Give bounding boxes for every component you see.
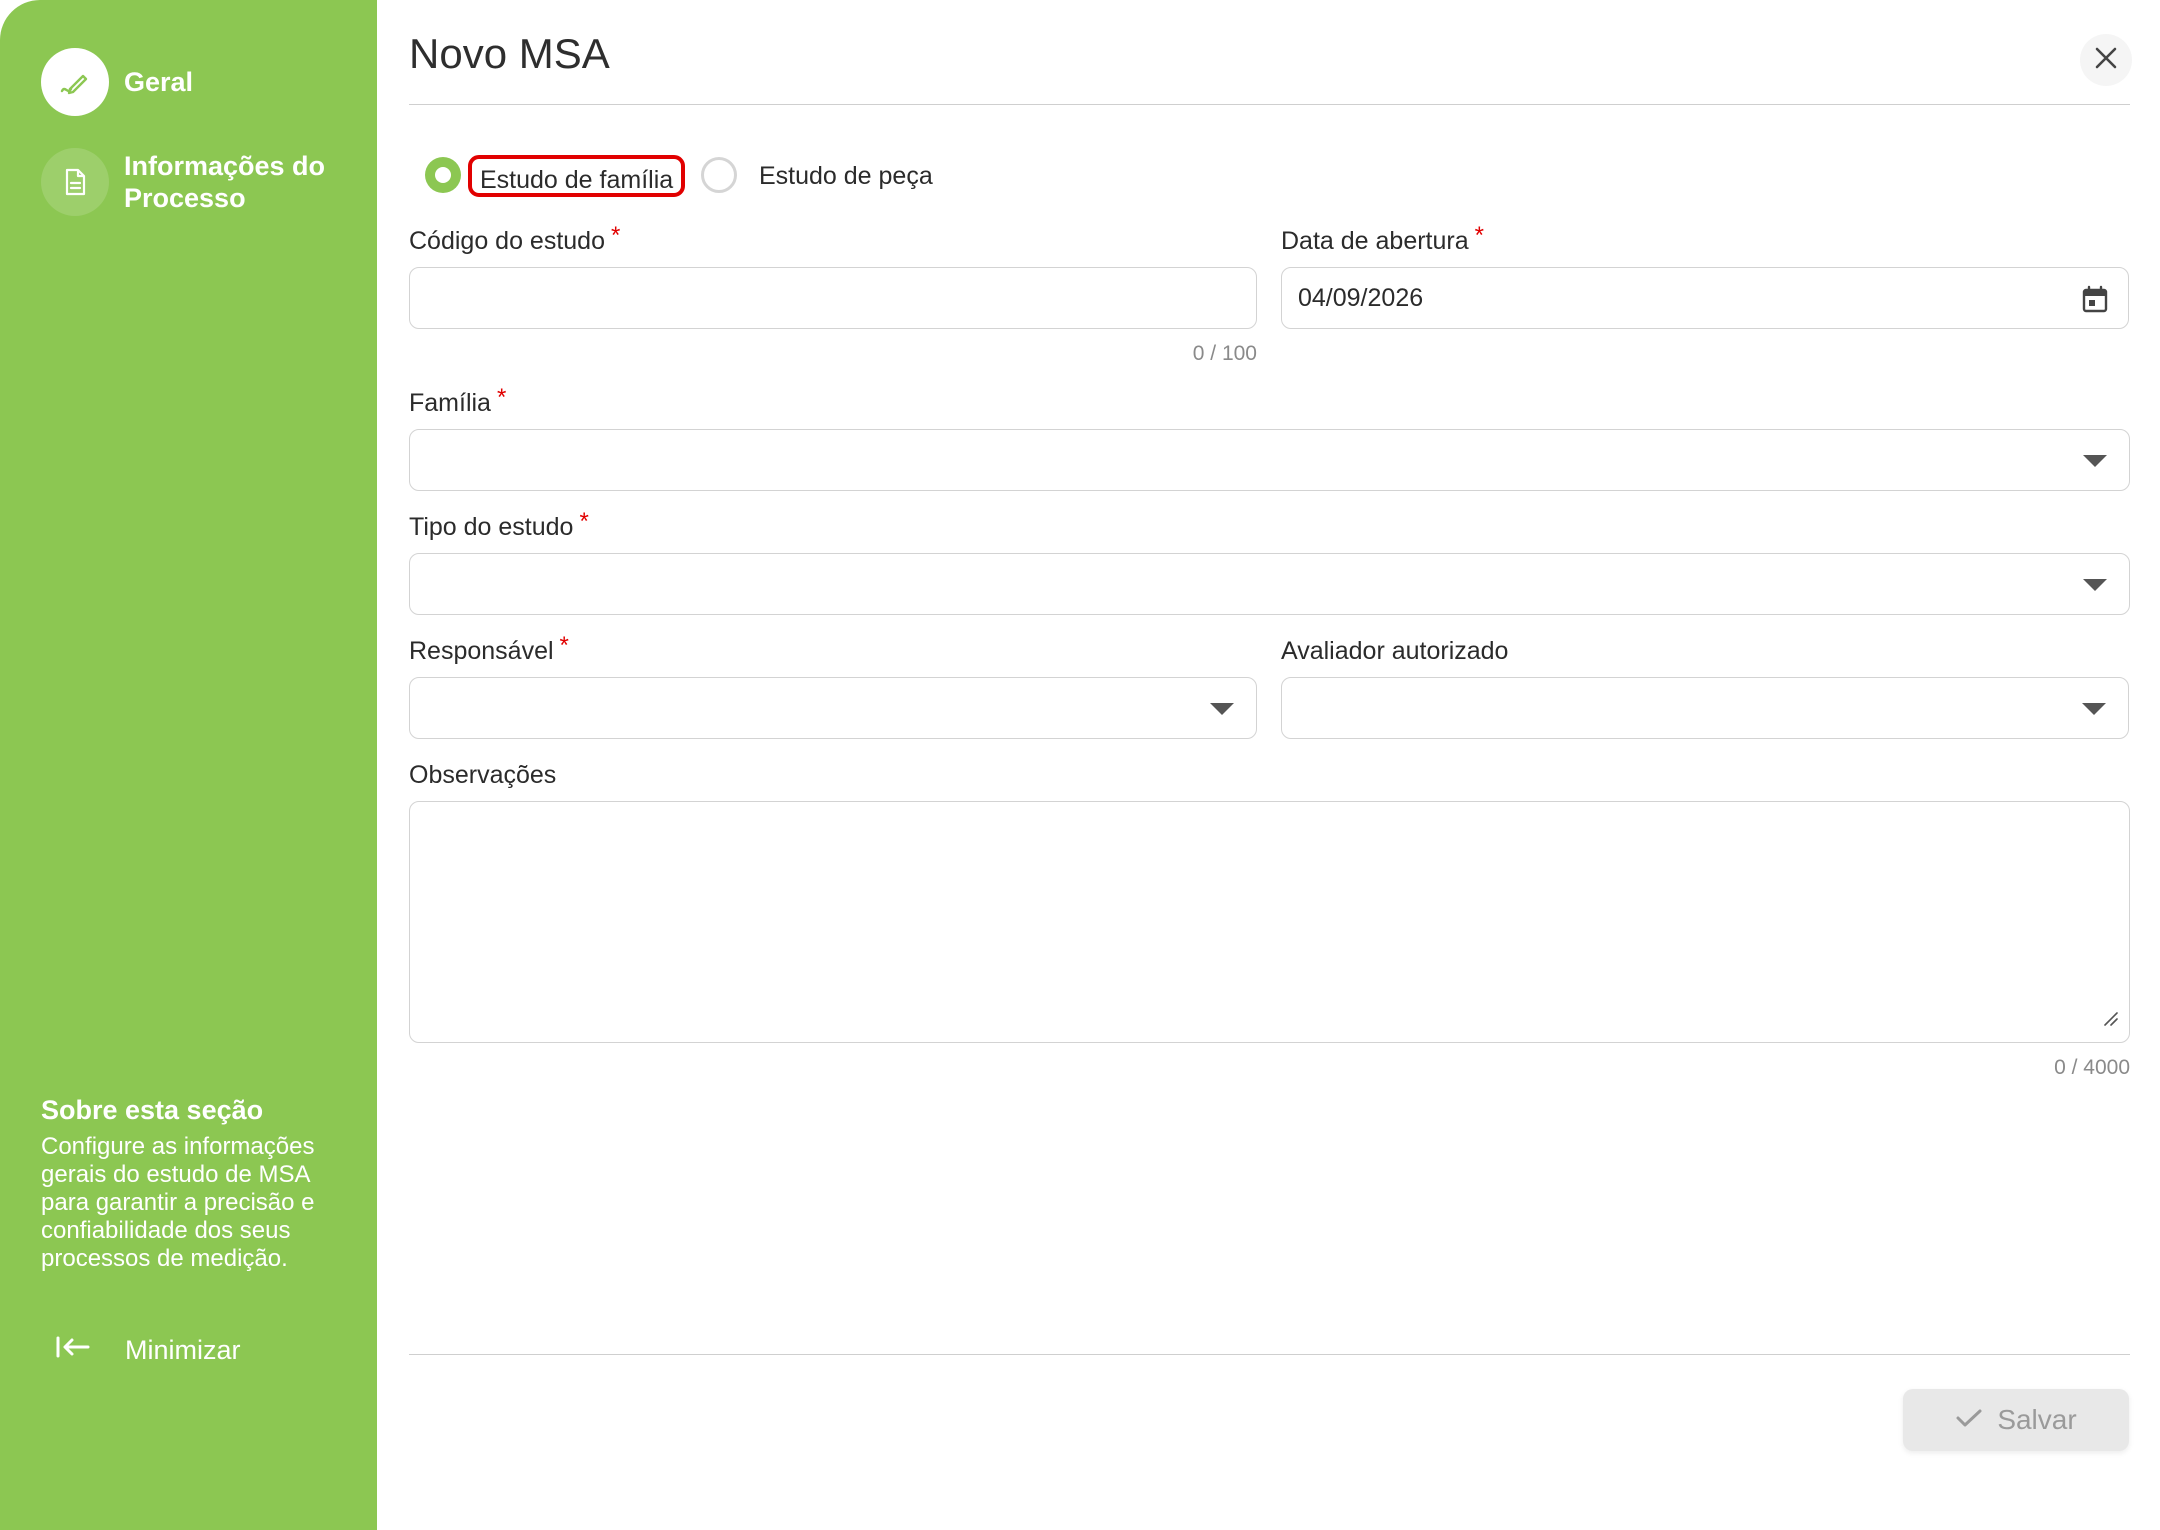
chevron-down-icon xyxy=(2082,703,2106,715)
page-title: Novo MSA xyxy=(409,30,610,77)
required-marker: * xyxy=(1474,222,1484,249)
chevron-down-icon xyxy=(1210,703,1234,715)
data-abertura-label-text: Data de abertura xyxy=(1281,227,1469,255)
collapse-left-icon xyxy=(55,1335,91,1366)
required-marker: * xyxy=(610,222,621,249)
required-marker: * xyxy=(559,632,569,659)
chevron-down-icon xyxy=(2083,579,2107,591)
radio-label-estudo-peca[interactable]: Estudo de peça xyxy=(759,155,933,197)
radio-estudo-peca[interactable] xyxy=(701,157,737,193)
data-abertura-input[interactable]: 04/09/2026 xyxy=(1281,267,2129,329)
minimize-button[interactable]: Minimizar xyxy=(55,1335,241,1366)
about-section-text: Configure as informações gerais do estud… xyxy=(41,1133,315,1272)
minimize-label: Minimizar xyxy=(125,1335,241,1365)
check-icon xyxy=(1955,1404,1983,1436)
chevron-down-icon xyxy=(2083,455,2107,467)
divider xyxy=(409,104,2130,105)
sidebar-item-label: Informações do Processo xyxy=(124,151,326,213)
sidebar-item-informacoes-processo[interactable]: Informações do Processo xyxy=(41,148,354,216)
sidebar-item-geral[interactable]: Geral xyxy=(41,48,193,116)
document-icon xyxy=(41,148,109,216)
tipo-estudo-select[interactable] xyxy=(409,553,2130,615)
close-icon xyxy=(2094,46,2118,75)
observacoes-textarea[interactable] xyxy=(409,801,2130,1043)
familia-select[interactable] xyxy=(409,429,2130,491)
sidebar: Geral Informações do Processo Sobre esta… xyxy=(0,0,377,1530)
calendar-icon[interactable] xyxy=(2082,285,2108,318)
tipo-estudo-label: Tipo do estudo * xyxy=(409,508,589,542)
required-marker: * xyxy=(496,384,507,411)
divider xyxy=(409,1354,2130,1355)
data-abertura-label: Data de abertura * xyxy=(1281,222,1484,256)
codigo-estudo-counter: 0 / 100 xyxy=(1192,342,1257,365)
avaliador-select[interactable] xyxy=(1281,677,2129,739)
responsavel-label: Responsável * xyxy=(409,632,569,666)
avaliador-label: Avaliador autorizado xyxy=(1281,637,1509,665)
codigo-estudo-label: Código do estudo * xyxy=(409,222,620,256)
familia-label: Família * xyxy=(409,384,506,418)
responsavel-label-text: Responsável xyxy=(409,637,554,665)
familia-label-text: Família xyxy=(409,389,491,417)
about-section-title: Sobre esta seção xyxy=(41,1095,264,1125)
required-marker: * xyxy=(579,508,589,535)
save-label: Salvar xyxy=(1997,1404,2077,1435)
codigo-estudo-input[interactable] xyxy=(409,267,1257,329)
save-button[interactable]: Salvar xyxy=(1903,1389,2129,1451)
data-abertura-value: 04/09/2026 xyxy=(1298,284,1424,312)
codigo-estudo-label-text: Código do estudo xyxy=(409,227,605,255)
pencil-icon xyxy=(41,48,109,116)
resize-handle-icon[interactable] xyxy=(2103,1011,2119,1032)
close-button[interactable] xyxy=(2080,34,2132,86)
tipo-estudo-label-text: Tipo do estudo xyxy=(409,513,574,541)
observacoes-label: Observações xyxy=(409,761,557,789)
radio-estudo-familia[interactable] xyxy=(425,157,461,193)
observacoes-counter: 0 / 4000 xyxy=(2054,1056,2130,1079)
dialog-main: Novo MSA Estudo de família Estudo de peç… xyxy=(377,0,2160,1530)
sidebar-item-label: Geral xyxy=(124,67,194,97)
responsavel-select[interactable] xyxy=(409,677,1257,739)
radio-label-estudo-familia[interactable]: Estudo de família xyxy=(468,155,686,197)
